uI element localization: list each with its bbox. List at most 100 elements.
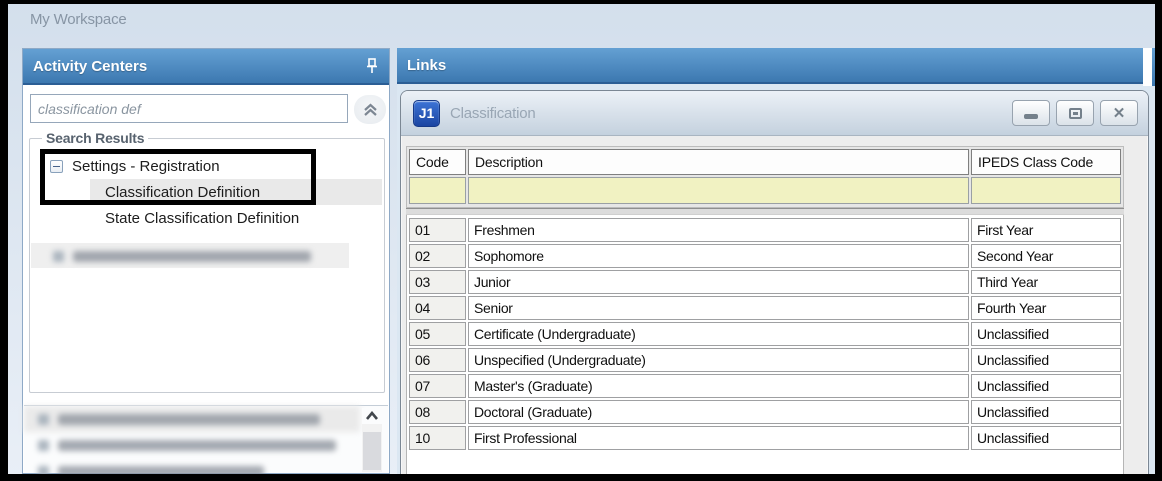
cell-code[interactable]: 06 bbox=[409, 348, 466, 372]
tree-item-label: Classification Definition bbox=[105, 183, 261, 201]
column-header-code[interactable]: Code bbox=[409, 149, 466, 175]
table-row[interactable]: 06 Unspecified (Undergraduate) Unclassif… bbox=[409, 348, 1121, 372]
blurred-text bbox=[58, 439, 336, 451]
grid-rows: 01 Freshmen First Year 02 Sophomore Seco… bbox=[406, 215, 1124, 481]
cell-code[interactable]: 10 bbox=[409, 426, 466, 450]
cell-ipeds-class-code[interactable]: Second Year bbox=[971, 244, 1121, 268]
activity-centers-header: Activity Centers bbox=[23, 49, 389, 85]
frame-border-left bbox=[0, 0, 8, 481]
scrollbar-thumb[interactable] bbox=[363, 432, 381, 470]
cell-code[interactable]: 02 bbox=[409, 244, 466, 268]
cell-ipeds-class-code[interactable]: First Year bbox=[971, 218, 1121, 242]
window-controls: ✕ bbox=[1012, 100, 1138, 126]
grid-divider bbox=[406, 208, 1124, 215]
cell-code[interactable]: 01 bbox=[409, 218, 466, 242]
pin-button[interactable] bbox=[365, 57, 379, 75]
minimize-button[interactable] bbox=[1012, 100, 1050, 126]
collapse-search-button[interactable] bbox=[354, 95, 386, 124]
table-row[interactable]: 07 Master's (Graduate) Unclassified bbox=[409, 374, 1121, 398]
cell-description[interactable]: Certificate (Undergraduate) bbox=[468, 322, 969, 346]
minimize-icon bbox=[1024, 113, 1038, 119]
column-header-description[interactable]: Description bbox=[468, 149, 969, 175]
table-row[interactable]: 05 Certificate (Undergraduate) Unclassif… bbox=[409, 322, 1121, 346]
tree-item-blurred[interactable] bbox=[31, 243, 349, 268]
cell-ipeds-class-code[interactable]: Unclassified bbox=[971, 400, 1121, 424]
table-row[interactable]: 03 Junior Third Year bbox=[409, 270, 1121, 294]
cell-description[interactable]: Master's (Graduate) bbox=[468, 374, 969, 398]
links-header: Links bbox=[397, 48, 1143, 84]
tree-item-classification-definition[interactable]: Classification Definition bbox=[90, 179, 382, 205]
list-item-blurred[interactable] bbox=[24, 432, 388, 458]
cell-ipeds-class-code[interactable]: Unclassified bbox=[971, 348, 1121, 372]
chevron-double-up-icon bbox=[363, 103, 377, 116]
search-results-group: Search Results Settings - Registration C… bbox=[29, 130, 385, 393]
frame-border-top bbox=[0, 0, 1162, 4]
close-button[interactable]: ✕ bbox=[1100, 100, 1138, 126]
cell-ipeds-class-code[interactable]: Unclassified bbox=[971, 322, 1121, 346]
list-scrollbar[interactable] bbox=[362, 408, 382, 472]
links-panel: Links J1 Classification ✕ Code Descripti… bbox=[397, 48, 1155, 481]
list-item-blurred[interactable] bbox=[24, 406, 360, 432]
cell-description[interactable]: Freshmen bbox=[468, 218, 969, 242]
filter-cell-description[interactable] bbox=[468, 177, 969, 204]
classification-window: J1 Classification ✕ Code Description IPE… bbox=[400, 90, 1149, 481]
collapse-node-icon[interactable] bbox=[50, 159, 63, 173]
j1-logo-icon: J1 bbox=[413, 99, 440, 127]
table-row[interactable]: 02 Sophomore Second Year bbox=[409, 244, 1121, 268]
table-row[interactable]: 10 First Professional Unclassified bbox=[409, 426, 1121, 450]
blurred-expander-icon bbox=[53, 250, 64, 262]
cell-ipeds-class-code[interactable]: Unclassified bbox=[971, 426, 1121, 450]
frame-border-right bbox=[1155, 0, 1162, 481]
table-row[interactable]: 04 Senior Fourth Year bbox=[409, 296, 1121, 320]
cell-description[interactable]: Senior bbox=[468, 296, 969, 320]
grid-header-row: Code Description IPEDS Class Code bbox=[409, 149, 1121, 175]
cell-code[interactable]: 07 bbox=[409, 374, 466, 398]
cell-description[interactable]: Unspecified (Undergraduate) bbox=[468, 348, 969, 372]
cell-ipeds-class-code[interactable]: Third Year bbox=[971, 270, 1121, 294]
workspace-title[interactable]: My Workspace bbox=[30, 11, 127, 28]
filter-cell-code[interactable] bbox=[409, 177, 466, 204]
blurred-text bbox=[58, 413, 320, 425]
tree-item-state-classification-definition[interactable]: State Classification Definition bbox=[30, 205, 384, 231]
filter-cell-ipeds[interactable] bbox=[971, 177, 1121, 204]
cell-code[interactable]: 04 bbox=[409, 296, 466, 320]
blurred-item-icon bbox=[38, 413, 49, 425]
cell-code[interactable]: 05 bbox=[409, 322, 466, 346]
search-results-tree: Settings - Registration Classification D… bbox=[30, 153, 384, 231]
cell-description[interactable]: First Professional bbox=[468, 426, 969, 450]
table-row[interactable]: 08 Doctoral (Graduate) Unclassified bbox=[409, 400, 1121, 424]
table-row[interactable]: 01 Freshmen First Year bbox=[409, 218, 1121, 242]
grid-filter-row bbox=[409, 175, 1121, 204]
chevron-up-icon bbox=[366, 411, 378, 420]
grid-header-block: Code Description IPEDS Class Code bbox=[406, 146, 1124, 208]
search-input[interactable] bbox=[30, 94, 348, 123]
classification-titlebar[interactable]: J1 Classification ✕ bbox=[401, 91, 1148, 136]
maximize-icon bbox=[1068, 107, 1082, 119]
search-results-label: Search Results bbox=[42, 130, 149, 146]
activity-centers-panel: Activity Centers Search Results bbox=[22, 48, 390, 477]
activity-centers-title: Activity Centers bbox=[33, 57, 148, 75]
blurred-item-icon bbox=[38, 439, 49, 451]
classification-window-title: Classification bbox=[450, 104, 536, 122]
cell-code[interactable]: 03 bbox=[409, 270, 466, 294]
close-icon: ✕ bbox=[1112, 104, 1126, 122]
header-splitter[interactable] bbox=[1143, 48, 1152, 86]
cell-description[interactable]: Doctoral (Graduate) bbox=[468, 400, 969, 424]
tree-item-settings-registration[interactable]: Settings - Registration bbox=[30, 153, 384, 179]
cell-ipeds-class-code[interactable]: Fourth Year bbox=[971, 296, 1121, 320]
pin-icon bbox=[367, 58, 377, 73]
cell-description[interactable]: Junior bbox=[468, 270, 969, 294]
links-title: Links bbox=[407, 56, 447, 74]
scroll-up-button[interactable] bbox=[362, 408, 382, 424]
tree-item-label: State Classification Definition bbox=[105, 209, 300, 227]
cell-description[interactable]: Sophomore bbox=[468, 244, 969, 268]
activity-list-panel bbox=[24, 405, 388, 477]
frame-border-bottom bbox=[0, 474, 1162, 481]
cell-code[interactable]: 08 bbox=[409, 400, 466, 424]
tree-item-label: Settings - Registration bbox=[72, 157, 220, 175]
app-window: My Workspace Activity Centers Search Res… bbox=[0, 0, 1162, 481]
column-header-ipeds-class-code[interactable]: IPEDS Class Code bbox=[971, 149, 1121, 175]
maximize-button[interactable] bbox=[1056, 100, 1094, 126]
blurred-text bbox=[73, 250, 311, 262]
cell-ipeds-class-code[interactable]: Unclassified bbox=[971, 374, 1121, 398]
